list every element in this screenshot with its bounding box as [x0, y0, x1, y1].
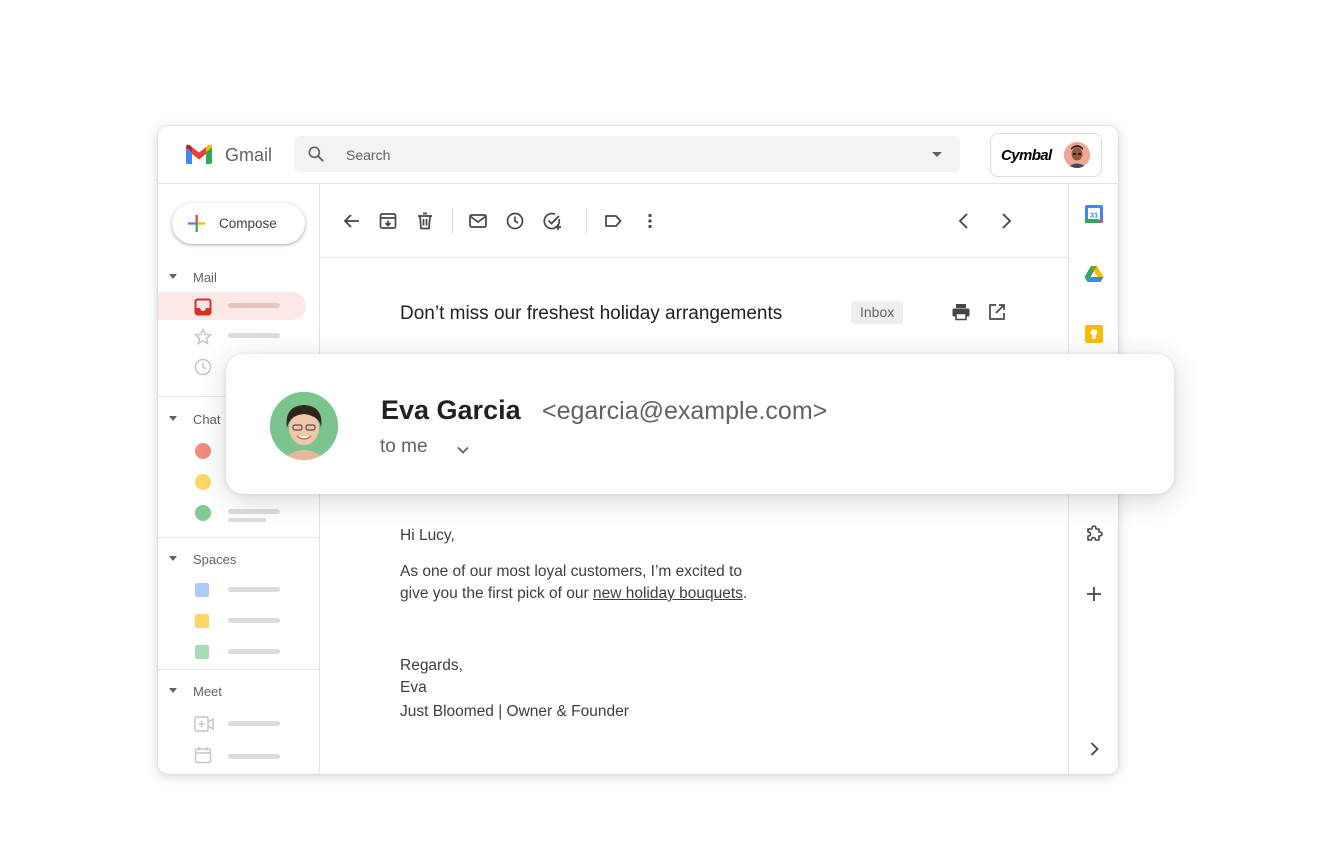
body-text-suffix: .: [742, 585, 748, 602]
space-name-placeholder: [228, 587, 280, 592]
message-toolbar: [320, 184, 1068, 258]
expand-panel-chevron-right-icon[interactable]: [1084, 739, 1104, 759]
space-icon[interactable]: [195, 614, 209, 628]
section-mail-toggle[interactable]: Mail: [158, 266, 319, 288]
message-greeting: Hi Lucy,: [400, 527, 455, 544]
label-tag-icon[interactable]: [603, 211, 623, 231]
meet-item-placeholder: [228, 721, 280, 726]
chat-contact-status-dot[interactable]: [195, 505, 211, 521]
star-icon: [194, 328, 212, 346]
body-text-prefix: give you the first pick of our: [400, 585, 593, 602]
toolbar-separator: [452, 208, 453, 234]
chat-message-placeholder: [228, 518, 266, 522]
search-icon[interactable]: [306, 144, 326, 164]
collapse-triangle-icon: [169, 556, 177, 561]
sidebar-item-starred[interactable]: [158, 322, 306, 350]
sender-avatar-icon: [270, 392, 338, 460]
brand-logo: Cymbal: [1001, 147, 1052, 164]
account-switcher[interactable]: Cymbal: [990, 133, 1102, 177]
user-avatar-icon: [1064, 142, 1090, 168]
chat-contact-status-dot[interactable]: [195, 474, 211, 490]
inbox-icon: [194, 298, 212, 316]
section-meet-label: Meet: [193, 684, 222, 699]
signature-name: Eva: [400, 679, 427, 696]
chat-name-placeholder: [228, 509, 280, 514]
space-icon[interactable]: [195, 645, 209, 659]
message-subject: Don’t miss our freshest holiday arrangem…: [400, 303, 783, 324]
section-mail-label: Mail: [193, 270, 217, 285]
chat-contact-status-dot[interactable]: [195, 443, 211, 459]
new-meeting-video-icon[interactable]: [194, 715, 214, 733]
calendar-day-text: 31: [1090, 211, 1098, 220]
mark-unread-mail-icon[interactable]: [468, 211, 488, 231]
gmail-logo-icon[interactable]: [186, 143, 212, 165]
signature-title: Just Bloomed | Owner & Founder: [400, 703, 629, 720]
print-icon[interactable]: [951, 302, 971, 322]
sender-email: <egarcia@example.com>: [542, 397, 828, 425]
collapse-triangle-icon: [169, 274, 177, 279]
open-in-new-window-icon[interactable]: [987, 302, 1007, 322]
newer-chevron-left-icon[interactable]: [954, 211, 974, 231]
top-bar: Gmail Search Cymbal: [158, 126, 1118, 184]
message-body-line-1: As one of our most loyal customers, I’m …: [400, 563, 742, 580]
search-bar[interactable]: Search: [294, 136, 960, 172]
space-name-placeholder: [228, 618, 280, 623]
section-divider: [158, 537, 319, 538]
compose-button[interactable]: Compose: [172, 203, 305, 244]
collapse-triangle-icon: [169, 688, 177, 693]
sender-name: Eva Garcia: [381, 395, 521, 425]
section-chat-label: Chat: [193, 412, 221, 427]
message-body-line-2: give you the first pick of our new holid…: [400, 583, 747, 605]
app-name: Gmail: [225, 145, 273, 165]
archive-icon[interactable]: [378, 211, 398, 231]
space-icon[interactable]: [195, 583, 209, 597]
add-ons-puzzle-icon[interactable]: [1084, 524, 1104, 544]
inbox-label-placeholder: [228, 303, 280, 308]
sidebar-item-inbox[interactable]: [158, 292, 306, 320]
toolbar-separator: [586, 208, 587, 234]
get-add-ons-plus-icon[interactable]: [1084, 584, 1104, 604]
message-closing: Regards,: [400, 657, 463, 674]
add-to-tasks-icon[interactable]: [542, 211, 562, 231]
collapse-triangle-icon: [169, 416, 177, 421]
space-name-placeholder: [228, 649, 280, 654]
more-vertical-icon[interactable]: [640, 211, 660, 231]
meet-item-placeholder: [228, 754, 280, 759]
inbox-label-badge[interactable]: Inbox: [851, 301, 904, 324]
google-drive-icon[interactable]: [1084, 264, 1104, 284]
search-input[interactable]: Search: [346, 147, 390, 163]
google-keep-icon[interactable]: [1084, 324, 1104, 344]
search-options-caret-icon[interactable]: [932, 152, 942, 157]
clock-icon: [194, 358, 212, 376]
delete-trash-icon[interactable]: [415, 211, 435, 231]
user-avatar[interactable]: [1064, 142, 1090, 168]
section-divider: [158, 669, 319, 670]
section-spaces-label: Spaces: [193, 552, 237, 567]
older-chevron-right-icon[interactable]: [996, 211, 1016, 231]
show-details-chevron-down-icon[interactable]: [454, 441, 472, 459]
starred-label-placeholder: [228, 333, 280, 338]
compose-label: Compose: [219, 216, 277, 231]
section-meet-toggle[interactable]: Meet: [158, 680, 319, 702]
google-calendar-icon[interactable]: 31: [1084, 204, 1104, 224]
back-arrow-icon[interactable]: [342, 211, 362, 231]
new-holiday-bouquets-link[interactable]: new holiday bouquets: [593, 585, 743, 602]
calendar-icon[interactable]: [194, 746, 212, 764]
snooze-clock-icon[interactable]: [505, 211, 525, 231]
sender-info-card: Eva Garcia <egarcia@example.com> to me: [226, 354, 1174, 494]
compose-plus-icon: [188, 215, 205, 232]
section-spaces-toggle[interactable]: Spaces: [158, 548, 319, 570]
recipient-label: to me: [380, 436, 428, 457]
sender-avatar[interactable]: [270, 392, 338, 460]
